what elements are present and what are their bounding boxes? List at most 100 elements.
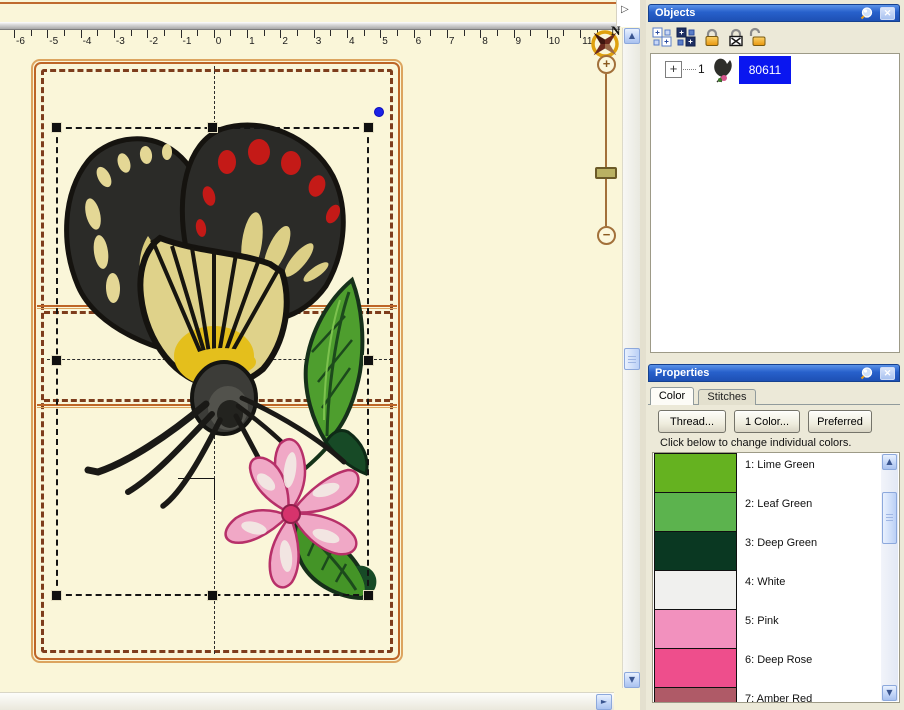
rotation-handle[interactable] (374, 107, 384, 117)
color-label: 1: Lime Green (745, 459, 815, 471)
close-icon[interactable]: ✕ (880, 367, 895, 380)
preferred-button[interactable]: Preferred (808, 410, 872, 433)
ruler-tick (164, 30, 165, 36)
color-row[interactable]: 2: Leaf Green (653, 492, 882, 531)
color-row[interactable]: 1: Lime Green (653, 453, 882, 492)
zoom-in-icon[interactable]: + (597, 55, 616, 74)
ruler-tick (464, 30, 465, 36)
butterfly-thumbnail-icon[interactable] (708, 55, 737, 84)
selection-handle-top-left[interactable] (52, 123, 61, 132)
color-list-rows: 1: Lime Green 2: Leaf Green 3: Deep Green4… (653, 453, 899, 703)
selection-handle-mid-right[interactable] (364, 356, 373, 365)
one-color-button[interactable]: 1 Color... (734, 410, 800, 433)
color-scroll-thumb[interactable] (882, 492, 897, 544)
selection-bounding-box[interactable] (56, 127, 369, 596)
selection-handle-bottom-right[interactable] (364, 591, 373, 600)
selection-handle-mid-left[interactable] (52, 356, 61, 365)
color-swatch[interactable] (654, 570, 737, 610)
ruler-tick (497, 30, 498, 36)
scroll-right-icon[interactable]: ► (596, 694, 612, 710)
zoom-out-icon[interactable]: − (597, 226, 616, 245)
color-label: 6: Deep Rose (745, 654, 812, 666)
lock-none-icon[interactable] (726, 27, 746, 47)
ruler-tick (97, 30, 98, 36)
objects-list[interactable]: + 1 80611 (650, 53, 900, 353)
ruler-tick-label: -3 (116, 36, 125, 47)
design-canvas[interactable]: -6-5-4-3-2-101234567891011 ▷ N + − ▲ ▼ ► (0, 0, 640, 710)
ruler-tick (480, 30, 481, 38)
select-group-icon[interactable] (676, 27, 696, 47)
panel-expander-icon[interactable]: ▷ (621, 4, 635, 20)
color-swatch[interactable] (654, 531, 737, 571)
tree-connector (683, 69, 696, 70)
objects-panel-titlebar[interactable]: Objects ✕ (648, 4, 900, 22)
color-swatch[interactable] (654, 609, 737, 649)
ruler-tick-label: -5 (49, 36, 58, 47)
properties-panel-titlebar[interactable]: Properties ✕ (648, 364, 900, 382)
selection-handle-top-right[interactable] (364, 123, 373, 132)
ruler-tick (330, 30, 331, 36)
selection-handle-bottom-left[interactable] (52, 591, 61, 600)
thread-button[interactable]: Thread... (658, 410, 726, 433)
lock-icon[interactable] (702, 27, 722, 47)
color-list[interactable]: 1: Lime Green 2: Leaf Green 3: Deep Green4… (652, 452, 900, 703)
magnifier-icon[interactable] (859, 367, 875, 380)
ruler-tick (264, 30, 265, 36)
color-swatch[interactable] (654, 648, 737, 688)
ruler-tick (547, 30, 548, 38)
tab-color[interactable]: Color (650, 387, 694, 405)
ruler-tick (530, 30, 531, 36)
ruler-tick (314, 30, 315, 38)
object-id-badge[interactable]: 80611 (739, 56, 791, 84)
color-caption: Click below to change individual colors. (660, 437, 851, 449)
ruler-tick (364, 30, 365, 36)
color-row[interactable]: 7: Amber Red (653, 687, 882, 703)
magnifier-icon[interactable] (859, 7, 875, 20)
scroll-down-icon[interactable]: ▼ (624, 672, 640, 688)
zoom-slider-handle[interactable] (595, 167, 617, 179)
ruler-tick (181, 30, 182, 38)
select-all-icon[interactable] (652, 27, 672, 47)
color-swatch[interactable] (654, 492, 737, 532)
canvas-vertical-scrollbar[interactable]: ▲ ▼ (622, 28, 640, 688)
vertical-scroll-thumb[interactable] (624, 348, 640, 370)
ruler-tick-label: 5 (382, 36, 388, 47)
scroll-down-icon[interactable]: ▼ (882, 685, 897, 701)
color-row[interactable]: 3: Deep Green (653, 531, 882, 570)
ruler-tick-label: -6 (16, 36, 25, 47)
selection-handle-bottom-center[interactable] (208, 591, 217, 600)
ruler-tick (380, 30, 381, 38)
scroll-up-icon[interactable]: ▲ (882, 454, 897, 470)
close-icon[interactable]: ✕ (880, 7, 895, 20)
ruler-tick-label: 9 (516, 36, 522, 47)
objects-panel-title: Objects (655, 7, 695, 19)
objects-toolbar (648, 25, 900, 50)
color-list-scrollbar[interactable]: ▲ ▼ (881, 454, 898, 701)
ruler-tick-label: 0 (216, 36, 222, 47)
color-row[interactable]: 5: Pink (653, 609, 882, 648)
ruler-tick (131, 30, 132, 36)
ruler-tick (147, 30, 148, 38)
color-row[interactable]: 6: Deep Rose (653, 648, 882, 687)
ruler-tick-label: 10 (549, 36, 560, 47)
color-label: 7: Amber Red (745, 693, 812, 703)
ruler-tick-label: 7 (449, 36, 455, 47)
ruler-tick (81, 30, 82, 38)
ruler-tick-label: 2 (282, 36, 288, 47)
color-label: 5: Pink (745, 615, 779, 627)
zoom-slider-track[interactable] (605, 74, 607, 226)
ruler-tick-label: 6 (416, 36, 422, 47)
color-swatch[interactable] (654, 453, 737, 493)
canvas-horizontal-scrollbar[interactable]: ► (0, 692, 614, 710)
color-label: 2: Leaf Green (745, 498, 812, 510)
scroll-up-icon[interactable]: ▲ (624, 28, 640, 44)
color-row[interactable]: 4: White (653, 570, 882, 609)
color-swatch[interactable] (654, 687, 737, 703)
unlock-icon[interactable] (748, 27, 768, 47)
ruler-tick (447, 30, 448, 38)
ruler-tick (430, 30, 431, 36)
expand-node-icon[interactable]: + (665, 61, 682, 78)
selection-handle-top-center[interactable] (208, 123, 217, 132)
ruler-tick (514, 30, 515, 38)
tab-stitches[interactable]: Stitches (698, 389, 756, 405)
